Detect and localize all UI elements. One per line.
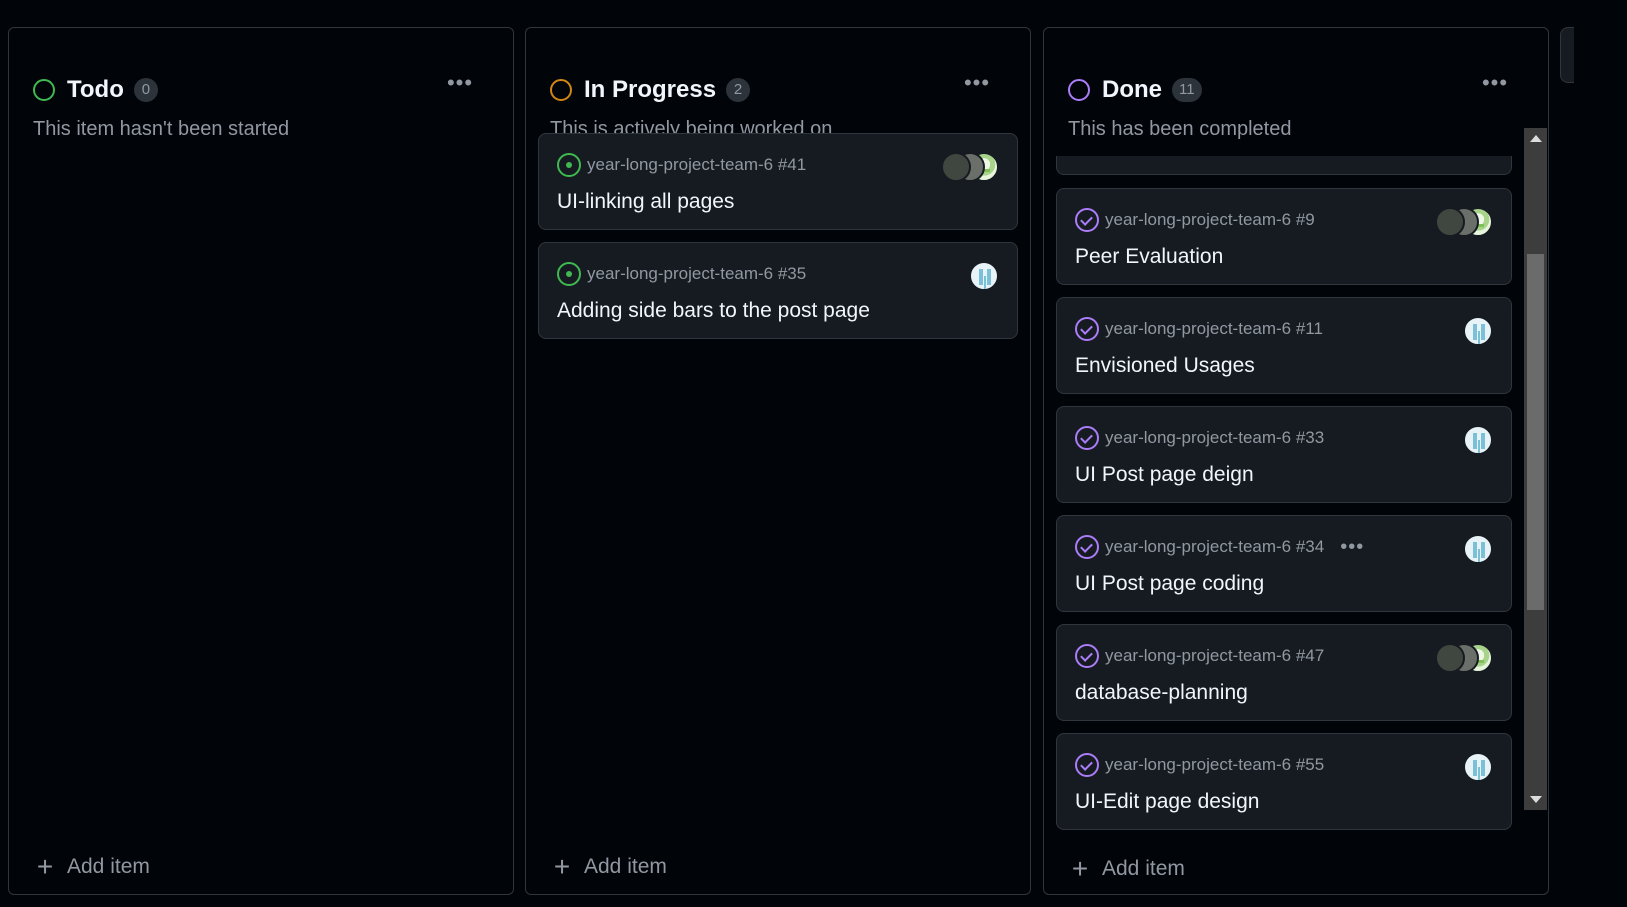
issue-card[interactable]: year-long-project-team-6 #47 database-pl… (1056, 624, 1512, 721)
assignee-avatars (1463, 752, 1493, 782)
avatar[interactable] (1435, 643, 1465, 673)
add-item-label: Add item (584, 855, 667, 878)
column-title: Todo 0 (67, 76, 158, 104)
card-meta: year-long-project-team-6 #41 (557, 152, 806, 178)
assignee-avatars (1463, 316, 1493, 346)
column-count-badge: 2 (726, 78, 751, 102)
card-meta: year-long-project-team-6 #11 (1075, 316, 1323, 342)
card-meta: year-long-project-team-6 #34 ••• (1075, 534, 1364, 560)
next-column-edge[interactable] (1560, 27, 1574, 83)
scroll-up-arrow-icon[interactable] (1530, 135, 1542, 142)
vertical-scrollbar[interactable] (1524, 128, 1547, 810)
issue-closed-icon (1075, 753, 1099, 777)
add-item-label: Add item (1102, 857, 1185, 880)
kebab-menu-icon[interactable]: ••• (1478, 72, 1512, 100)
assignee-avatars (1435, 643, 1493, 673)
add-item-button[interactable]: + Add item (1070, 854, 1185, 884)
assignee-avatars (1463, 425, 1493, 455)
issue-card[interactable]: year-long-project-team-6 #33 UI Post pag… (1056, 406, 1512, 503)
add-item-button[interactable]: + Add item (35, 852, 150, 882)
column-description: This has been completed (1068, 118, 1292, 140)
issue-closed-icon (1075, 426, 1099, 450)
card-repo: year-long-project-team-6 #35 (587, 264, 807, 283)
avatar[interactable] (1463, 316, 1493, 346)
plus-icon: + (36, 851, 54, 882)
card-title[interactable]: UI-linking all pages (557, 190, 734, 214)
card-repo: year-long-project-team-6 #11 (1105, 319, 1323, 338)
assignee-avatars (1435, 207, 1493, 237)
issue-card[interactable] (1056, 156, 1512, 175)
issue-card[interactable]: year-long-project-team-6 #11 Envisioned … (1056, 297, 1512, 394)
issue-open-icon (557, 262, 581, 286)
issue-card[interactable]: year-long-project-team-6 #35 Adding side… (538, 242, 1018, 339)
column-title-text: Done (1102, 76, 1162, 103)
card-meta: year-long-project-team-6 #33 (1075, 425, 1324, 451)
status-ring-icon (33, 79, 55, 101)
card-scroll-area[interactable]: year-long-project-team-6 #9 Peer Evaluat… (1056, 156, 1522, 838)
column-description: This item hasn't been started (33, 118, 290, 140)
column-count-badge: 0 (133, 78, 158, 102)
card-title[interactable]: UI Post page coding (1075, 572, 1264, 596)
card-menu-icon[interactable]: ••• (1340, 537, 1364, 557)
column-header: In Progress 2 This is actively being work… (550, 52, 1006, 140)
project-board: Todo 0 This item hasn't been started ••• … (0, 0, 1627, 907)
card-repo: year-long-project-team-6 #33 (1105, 428, 1325, 447)
card-meta: year-long-project-team-6 #47 (1075, 643, 1324, 669)
card-title[interactable]: Envisioned Usages (1075, 354, 1255, 378)
column-header: Todo 0 This item hasn't been started ••• (33, 52, 489, 140)
issue-card[interactable]: year-long-project-team-6 #34 ••• UI Post… (1056, 515, 1512, 612)
issue-closed-icon (1075, 535, 1099, 559)
card-repo: year-long-project-team-6 #34 (1105, 537, 1325, 556)
issue-closed-icon (1075, 317, 1099, 341)
column-title: In Progress 2 (584, 76, 751, 104)
issue-card[interactable]: year-long-project-team-6 #9 Peer Evaluat… (1056, 188, 1512, 285)
avatar[interactable] (1435, 207, 1465, 237)
plus-icon: + (1071, 853, 1089, 884)
add-item-label: Add item (67, 855, 150, 878)
add-item-button[interactable]: + Add item (552, 852, 667, 882)
status-ring-icon (1068, 79, 1090, 101)
issue-closed-icon (1075, 644, 1099, 668)
column-todo: Todo 0 This item hasn't been started ••• … (8, 27, 514, 895)
card-title[interactable]: UI Post page deign (1075, 463, 1254, 487)
column-title-text: Todo (67, 76, 124, 103)
card-meta: year-long-project-team-6 #35 (557, 261, 806, 287)
card-title[interactable]: Adding side bars to the post page (557, 299, 870, 323)
column-header: Done 11 This has been completed ••• (1068, 52, 1524, 140)
avatar[interactable] (1463, 534, 1493, 564)
issue-card[interactable]: year-long-project-team-6 #41 UI-linking … (538, 133, 1018, 230)
card-title[interactable]: UI-Edit page design (1075, 790, 1259, 814)
assignee-avatars (969, 261, 999, 291)
avatar[interactable] (1463, 752, 1493, 782)
card-title[interactable]: database-planning (1075, 681, 1248, 705)
avatar[interactable] (1463, 425, 1493, 455)
column-title: Done 11 (1102, 76, 1202, 104)
status-ring-icon (550, 79, 572, 101)
column-done: Done 11 This has been completed ••• year-… (1043, 27, 1549, 895)
card-title[interactable]: Peer Evaluation (1075, 245, 1223, 269)
card-repo: year-long-project-team-6 #41 (587, 155, 807, 174)
avatar[interactable] (941, 152, 971, 182)
column-count-badge: 11 (1172, 78, 1202, 102)
card-meta: year-long-project-team-6 #55 (1075, 752, 1324, 778)
avatar[interactable] (969, 261, 999, 291)
assignee-avatars (1463, 534, 1493, 564)
scroll-down-arrow-icon[interactable] (1530, 796, 1542, 803)
column-title-text: In Progress (584, 76, 717, 103)
scroll-thumb[interactable] (1527, 254, 1544, 610)
card-meta: year-long-project-team-6 #9 (1075, 207, 1315, 233)
card-repo: year-long-project-team-6 #9 (1105, 210, 1315, 229)
issue-card[interactable]: year-long-project-team-6 #55 UI-Edit pag… (1056, 733, 1512, 830)
card-repo: year-long-project-team-6 #47 (1105, 646, 1325, 665)
plus-icon: + (553, 851, 571, 882)
kebab-menu-icon[interactable]: ••• (960, 72, 994, 100)
column-in-progress: In Progress 2 This is actively being work… (525, 27, 1031, 895)
issue-closed-icon (1075, 208, 1099, 232)
issue-open-icon (557, 153, 581, 177)
assignee-avatars (941, 152, 999, 182)
card-repo: year-long-project-team-6 #55 (1105, 755, 1325, 774)
kebab-menu-icon[interactable]: ••• (443, 72, 477, 100)
